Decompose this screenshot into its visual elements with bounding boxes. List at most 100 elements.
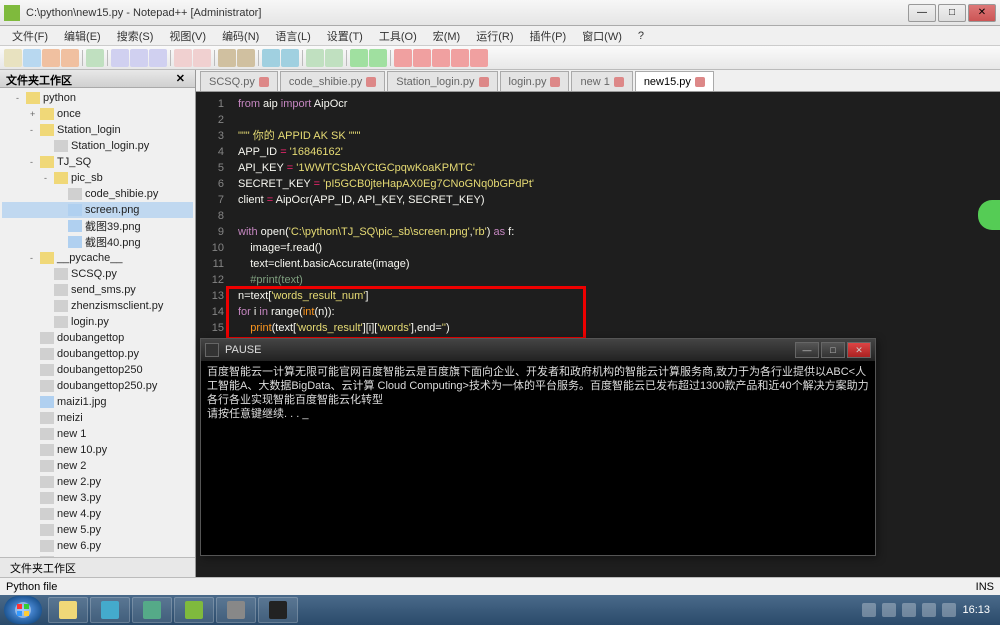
tree-item[interactable]: zhenzismsclient.py xyxy=(2,298,193,314)
save-icon[interactable] xyxy=(42,49,60,67)
menu-language[interactable]: 语言(L) xyxy=(267,26,318,46)
record-icon[interactable] xyxy=(394,49,412,67)
tab-close-icon[interactable] xyxy=(366,77,376,87)
tab-close-icon[interactable] xyxy=(259,77,269,87)
tree-item[interactable]: doubangettop250.py xyxy=(2,378,193,394)
menu-settings[interactable]: 设置(T) xyxy=(319,26,371,46)
tray-clock[interactable]: 16:13 xyxy=(962,604,990,616)
console-window[interactable]: PAUSE — □ ✕ 百度智能云一计算无限可能官网百度智能云是百度旗下面向企业… xyxy=(200,338,876,556)
editor-tab[interactable]: new15.py xyxy=(635,71,714,91)
save-all-icon[interactable] xyxy=(61,49,79,67)
tree-item[interactable]: screen.png xyxy=(2,202,193,218)
menu-help[interactable]: ? xyxy=(630,28,652,44)
editor-tab[interactable]: code_shibie.py xyxy=(280,71,385,91)
task-explorer[interactable] xyxy=(48,597,88,623)
tree-item[interactable]: login.py xyxy=(2,314,193,330)
stop-icon[interactable] xyxy=(413,49,431,67)
side-badge[interactable] xyxy=(978,200,1000,230)
zoom-in-icon[interactable] xyxy=(262,49,280,67)
tree-item[interactable]: new 6.py xyxy=(2,538,193,554)
unfold-icon[interactable] xyxy=(369,49,387,67)
system-tray[interactable]: 16:13 xyxy=(862,603,996,617)
save-macro-icon[interactable] xyxy=(470,49,488,67)
console-minimize-button[interactable]: — xyxy=(795,342,819,358)
tray-network-icon[interactable] xyxy=(922,603,936,617)
menu-macro[interactable]: 宏(M) xyxy=(425,26,469,46)
editor-tab[interactable]: SCSQ.py xyxy=(200,71,278,91)
menu-edit[interactable]: 编辑(E) xyxy=(56,26,109,46)
editor-tab[interactable]: Station_login.py xyxy=(387,71,497,91)
menu-file[interactable]: 文件(F) xyxy=(4,26,56,46)
tree-item[interactable]: doubangettop250 xyxy=(2,362,193,378)
undo-icon[interactable] xyxy=(174,49,192,67)
tray-icon[interactable] xyxy=(902,603,916,617)
tree-item[interactable]: send_sms.py xyxy=(2,282,193,298)
tree-item[interactable]: 截图39.png xyxy=(2,218,193,234)
tree-item[interactable]: code_shibie.py xyxy=(2,186,193,202)
tree-item[interactable]: -python xyxy=(2,90,193,106)
console-titlebar[interactable]: PAUSE — □ ✕ xyxy=(201,339,875,361)
tree-item[interactable]: +once xyxy=(2,106,193,122)
tree-item[interactable]: new 5.py xyxy=(2,522,193,538)
tree-item[interactable]: new 10.py xyxy=(2,442,193,458)
tree-item[interactable]: -__pycache__ xyxy=(2,250,193,266)
tree-item[interactable]: new 2 xyxy=(2,458,193,474)
paste-icon[interactable] xyxy=(149,49,167,67)
tree-item[interactable]: -TJ_SQ xyxy=(2,154,193,170)
console-maximize-button[interactable]: □ xyxy=(821,342,845,358)
menu-search[interactable]: 搜索(S) xyxy=(109,26,162,46)
task-browser[interactable] xyxy=(132,597,172,623)
menu-encoding[interactable]: 编码(N) xyxy=(214,26,267,46)
tab-close-icon[interactable] xyxy=(550,77,560,87)
tree-item[interactable]: 截图40.png xyxy=(2,234,193,250)
tree-item[interactable]: -pic_sb xyxy=(2,170,193,186)
copy-icon[interactable] xyxy=(130,49,148,67)
tree-item[interactable]: doubangettop xyxy=(2,330,193,346)
fold-icon[interactable] xyxy=(350,49,368,67)
open-file-icon[interactable] xyxy=(23,49,41,67)
replace-icon[interactable] xyxy=(237,49,255,67)
play-multi-icon[interactable] xyxy=(451,49,469,67)
menu-tools[interactable]: 工具(O) xyxy=(371,26,425,46)
tree-item[interactable]: SCSQ.py xyxy=(2,266,193,282)
tree-item[interactable]: new 3.py xyxy=(2,490,193,506)
task-cmd[interactable] xyxy=(258,597,298,623)
tree-item[interactable]: new 1 xyxy=(2,426,193,442)
editor-tab[interactable]: new 1 xyxy=(571,71,632,91)
tree-item[interactable]: Station_login.py xyxy=(2,138,193,154)
sidebar-close-icon[interactable]: ✕ xyxy=(172,72,189,85)
tab-close-icon[interactable] xyxy=(479,77,489,87)
tree-item[interactable]: -Station_login xyxy=(2,122,193,138)
editor-tab[interactable]: login.py xyxy=(500,71,570,91)
sidebar-tab[interactable]: 文件夹工作区 xyxy=(0,557,195,577)
maximize-button[interactable]: □ xyxy=(938,4,966,22)
console-close-button[interactable]: ✕ xyxy=(847,342,871,358)
wrap-icon[interactable] xyxy=(306,49,324,67)
menu-window[interactable]: 窗口(W) xyxy=(574,26,630,46)
play-icon[interactable] xyxy=(432,49,450,67)
tree-item[interactable]: new 2.py xyxy=(2,474,193,490)
tree-item[interactable]: new 4.py xyxy=(2,506,193,522)
print-icon[interactable] xyxy=(86,49,104,67)
task-app[interactable] xyxy=(216,597,256,623)
file-tree[interactable]: -python+once-Station_loginStation_login.… xyxy=(0,88,195,557)
tray-icon[interactable] xyxy=(862,603,876,617)
tab-close-icon[interactable] xyxy=(614,77,624,87)
tree-item[interactable]: doubangettop.py xyxy=(2,346,193,362)
tab-close-icon[interactable] xyxy=(695,77,705,87)
zoom-out-icon[interactable] xyxy=(281,49,299,67)
start-button[interactable] xyxy=(4,596,42,624)
task-notepadpp[interactable] xyxy=(174,597,214,623)
tree-item[interactable]: meizi xyxy=(2,410,193,426)
menu-view[interactable]: 视图(V) xyxy=(161,26,214,46)
tree-item[interactable]: maizi1.jpg xyxy=(2,394,193,410)
menu-plugins[interactable]: 插件(P) xyxy=(522,26,575,46)
cut-icon[interactable] xyxy=(111,49,129,67)
hidden-chars-icon[interactable] xyxy=(325,49,343,67)
task-ie[interactable] xyxy=(90,597,130,623)
close-button[interactable]: ✕ xyxy=(968,4,996,22)
tray-icon[interactable] xyxy=(882,603,896,617)
redo-icon[interactable] xyxy=(193,49,211,67)
new-file-icon[interactable] xyxy=(4,49,22,67)
tray-volume-icon[interactable] xyxy=(942,603,956,617)
